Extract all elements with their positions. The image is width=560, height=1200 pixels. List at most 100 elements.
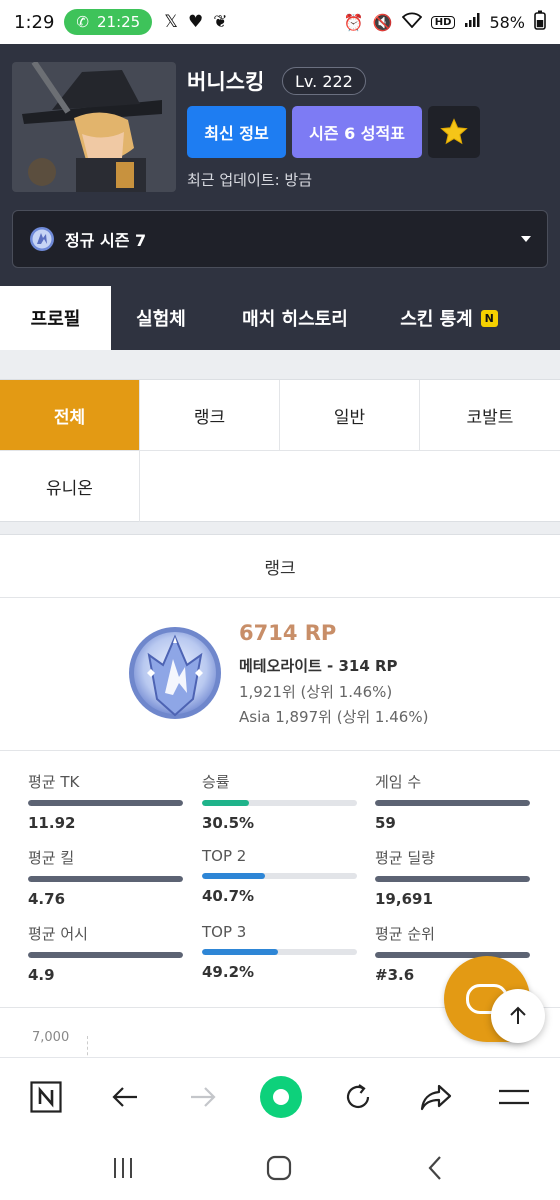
level-badge: Lv. 222: [282, 67, 366, 95]
tab-match-history[interactable]: 매치 히스토리: [211, 286, 379, 350]
meteorite-tier-icon: [30, 227, 54, 251]
system-back-button[interactable]: [410, 1151, 460, 1185]
game-mode-filter: 전체 랭크 일반 코발트 유니온: [0, 379, 560, 522]
system-navigation-bar: [0, 1135, 560, 1200]
stat-bar: [202, 800, 357, 806]
ongoing-call-pill[interactable]: ✆ 21:25: [64, 9, 153, 35]
refresh-latest-button[interactable]: 최신 정보: [187, 106, 286, 158]
player-name: 버니스킹: [187, 70, 265, 94]
back-button[interactable]: [95, 1058, 155, 1136]
stat-value: 59: [375, 814, 396, 832]
star-icon: [440, 118, 468, 145]
stat-item: 게임 수 59: [375, 771, 535, 832]
stat-value: 4.9: [28, 966, 55, 984]
profile-header: 버니스킹 Lv. 222 최신 정보 시즌 6 성적표 최근 업데이트: 방금 …: [0, 44, 560, 350]
stat-item: 평균 딜량 19,691: [375, 847, 535, 908]
stat-bar: [375, 952, 530, 958]
filter-union[interactable]: 유니온: [0, 451, 140, 522]
season-report-button[interactable]: 시즌 6 성적표: [292, 106, 422, 158]
stat-bar-fill: [28, 876, 183, 882]
battery-percent: 58%: [489, 12, 525, 32]
green-dot-icon: [260, 1076, 302, 1118]
stat-bar-fill: [28, 800, 183, 806]
stat-value: 49.2%: [202, 963, 255, 981]
new-badge: N: [480, 309, 498, 327]
stat-bar: [375, 800, 530, 806]
home-icon: [266, 1155, 292, 1181]
stat-value: 11.92: [28, 814, 76, 832]
tab-characters[interactable]: 실험체: [111, 286, 211, 350]
chart-y-tick: 7,000: [32, 1030, 70, 1045]
stat-bar-fill: [375, 952, 530, 958]
naver-home-button[interactable]: [16, 1058, 76, 1136]
reload-icon: [346, 1084, 370, 1109]
character-avatar: [12, 62, 176, 192]
mute-icon: 🔇: [372, 12, 393, 32]
leaf-app-icon: ❦: [213, 12, 228, 32]
stat-bar: [375, 876, 530, 882]
stat-label: 평균 순위: [375, 925, 435, 943]
stat-bar-fill: [375, 800, 530, 806]
stat-bar-fill: [202, 873, 266, 879]
meteorite-emblem-icon: [129, 627, 221, 719]
home-button[interactable]: [254, 1151, 304, 1185]
call-duration: 21:25: [97, 13, 141, 31]
menu-button[interactable]: [484, 1058, 544, 1136]
reload-button[interactable]: [328, 1058, 388, 1136]
tab-skin-stats[interactable]: 스킨 통계 N: [379, 286, 519, 350]
scroll-to-top-button[interactable]: [491, 989, 545, 1043]
stat-label: TOP 3: [202, 923, 247, 941]
stat-bar-fill: [375, 876, 530, 882]
green-dot-button[interactable]: [251, 1058, 311, 1136]
rank-card-title: 랭크: [0, 535, 560, 598]
phone-icon: ✆: [76, 13, 89, 31]
recent-apps-icon: [114, 1158, 132, 1178]
browser-toolbar: [0, 1057, 560, 1135]
favorite-button[interactable]: [428, 106, 480, 158]
stat-item: TOP 3 49.2%: [202, 923, 362, 981]
stat-label: 게임 수: [375, 773, 422, 791]
naver-n-icon: [30, 1081, 62, 1113]
stat-value: 40.7%: [202, 887, 255, 905]
profile-nav-tabs: 프로필 실험체 매치 히스토리 스킨 통계 N: [0, 286, 560, 350]
stat-label: TOP 2: [202, 847, 247, 865]
stat-label: 평균 킬: [28, 849, 75, 867]
forward-button[interactable]: [173, 1058, 233, 1136]
stat-label: 평균 어시: [28, 925, 88, 943]
share-button[interactable]: [406, 1058, 466, 1136]
stat-label: 평균 TK: [28, 773, 80, 791]
stat-item: 평균 어시 4.9: [28, 923, 188, 984]
stat-label: 평균 딜량: [375, 849, 435, 867]
arrow-left-icon: [112, 1087, 137, 1107]
battery-icon: [534, 10, 546, 34]
region-rank: Asia 1,897위 (상위 1.46%): [239, 708, 429, 726]
stat-bar: [28, 876, 183, 882]
season-dropdown[interactable]: 정규 시즌 7: [12, 210, 548, 268]
stat-value: 30.5%: [202, 814, 255, 832]
chevron-left-icon: [428, 1156, 441, 1180]
status-time: 1:29: [14, 11, 55, 33]
stat-bar: [202, 949, 357, 955]
filter-all[interactable]: 전체: [0, 380, 140, 451]
filter-rank[interactable]: 랭크: [140, 380, 280, 451]
share-icon: [420, 1084, 452, 1111]
wifi-icon: [401, 12, 423, 32]
stat-bar: [28, 800, 183, 806]
tab-profile[interactable]: 프로필: [0, 286, 111, 350]
hd-voice-icon: HD: [430, 15, 456, 29]
stat-bar-fill: [202, 800, 250, 806]
tab-skin-stats-label: 스킨 통계: [400, 309, 473, 330]
last-updated-text: 최근 업데이트: 방금: [187, 171, 312, 189]
stat-value: 4.76: [28, 890, 66, 908]
tier-summary: 6714 RP 메테오라이트 - 314 RP 1,921위 (상위 1.46%…: [0, 599, 560, 751]
chevron-down-icon: [521, 236, 531, 242]
stat-item: 승률 30.5%: [202, 771, 362, 832]
arrow-right-icon: [191, 1087, 216, 1107]
filter-cobalt[interactable]: 코발트: [420, 380, 560, 451]
rank-points: 6714 RP: [239, 621, 337, 645]
filter-normal[interactable]: 일반: [280, 380, 420, 451]
arrow-up-icon: [510, 1006, 526, 1024]
stat-bar-fill: [202, 949, 279, 955]
recent-apps-button[interactable]: [98, 1151, 148, 1185]
hamburger-icon: [499, 1089, 529, 1105]
